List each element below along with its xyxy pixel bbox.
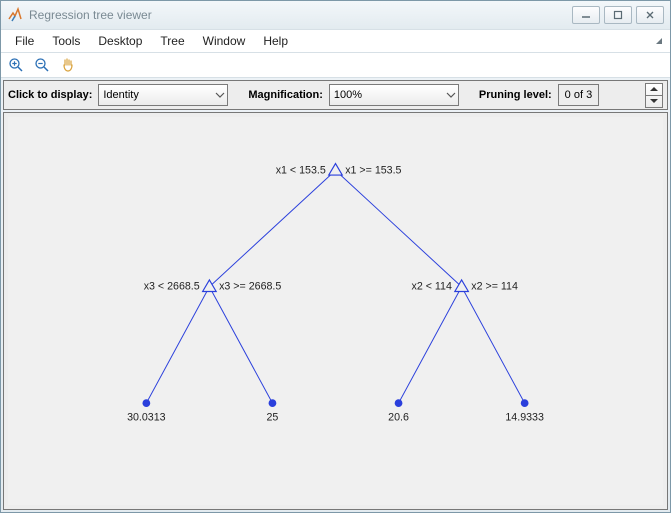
- pruning-up-button[interactable]: [646, 84, 662, 95]
- app-window: Regression tree viewer File Tools Deskto…: [0, 0, 671, 513]
- tree-canvas[interactable]: x1 < 153.5 x1 >= 153.5 x3 < 2668.5 x3 >= 26…: [8, 117, 663, 505]
- display-combo[interactable]: Identity: [98, 84, 228, 106]
- menu-desktop[interactable]: Desktop: [90, 32, 150, 50]
- leaf-value: 25: [267, 412, 279, 424]
- chevron-down-icon: [446, 90, 456, 100]
- chevron-down-icon: [215, 90, 225, 100]
- close-icon: [645, 10, 655, 20]
- leaf-node[interactable]: [521, 399, 529, 407]
- zoom-in-button[interactable]: [7, 56, 25, 74]
- split-left-label: x3 < 2668.5: [144, 281, 200, 293]
- pruning-spinner: [645, 83, 663, 108]
- menu-tools[interactable]: Tools: [44, 32, 88, 50]
- control-bar: Click to display: Identity Magnification…: [3, 80, 668, 110]
- zoom-in-icon: [8, 57, 24, 73]
- tree-edge: [399, 287, 462, 403]
- leaf-value: 20.6: [388, 412, 409, 424]
- pan-icon: [60, 57, 76, 73]
- menu-file[interactable]: File: [7, 32, 42, 50]
- matlab-icon: [7, 7, 23, 23]
- toolbar: [1, 53, 670, 78]
- split-left-label: x2 < 114: [412, 281, 452, 293]
- titlebar: Regression tree viewer: [1, 1, 670, 29]
- window-buttons: [572, 6, 664, 24]
- split-node[interactable]: [455, 280, 469, 292]
- tree-edge: [146, 287, 209, 403]
- tree-canvas-frame: x1 < 153.5 x1 >= 153.5 x3 < 2668.5 x3 >= 26…: [3, 112, 668, 510]
- maximize-button[interactable]: [604, 6, 632, 24]
- dock-icon[interactable]: [654, 36, 664, 46]
- leaf-value: 30.0313: [127, 412, 166, 424]
- zoom-out-icon: [34, 57, 50, 73]
- menu-tree[interactable]: Tree: [152, 32, 192, 50]
- leaf-node[interactable]: [269, 399, 277, 407]
- tree-edge: [209, 287, 272, 403]
- close-button[interactable]: [636, 6, 664, 24]
- menu-help[interactable]: Help: [255, 32, 296, 50]
- leaf-value: 14.9333: [505, 412, 544, 424]
- magnification-combo[interactable]: 100%: [329, 84, 459, 106]
- split-node[interactable]: [203, 280, 217, 292]
- leaf-node[interactable]: [142, 399, 150, 407]
- pruning-value: 0 of 3: [558, 84, 600, 106]
- maximize-icon: [613, 10, 623, 20]
- pruning-label: Pruning level:: [479, 89, 552, 101]
- pan-button[interactable]: [59, 56, 77, 74]
- tree-edge: [209, 170, 335, 286]
- minimize-icon: [581, 10, 591, 20]
- zoom-out-button[interactable]: [33, 56, 51, 74]
- split-right-label: x3 >= 2668.5: [219, 281, 281, 293]
- menubar: File Tools Desktop Tree Window Help: [1, 29, 670, 53]
- magnification-label: Magnification:: [248, 89, 323, 101]
- pruning-down-button[interactable]: [646, 95, 662, 107]
- split-right-label: x2 >= 114: [471, 281, 518, 293]
- split-node[interactable]: [329, 164, 343, 176]
- tree-edge: [336, 170, 462, 286]
- magnification-value: 100%: [334, 89, 362, 101]
- menu-window[interactable]: Window: [195, 32, 254, 50]
- window-title: Regression tree viewer: [29, 8, 572, 22]
- split-left-label: x1 < 153.5: [276, 164, 326, 176]
- minimize-button[interactable]: [572, 6, 600, 24]
- tree-edge: [462, 287, 525, 403]
- display-label: Click to display:: [8, 89, 92, 101]
- leaf-node[interactable]: [395, 399, 403, 407]
- display-value: Identity: [103, 89, 138, 101]
- split-right-label: x1 >= 153.5: [345, 164, 401, 176]
